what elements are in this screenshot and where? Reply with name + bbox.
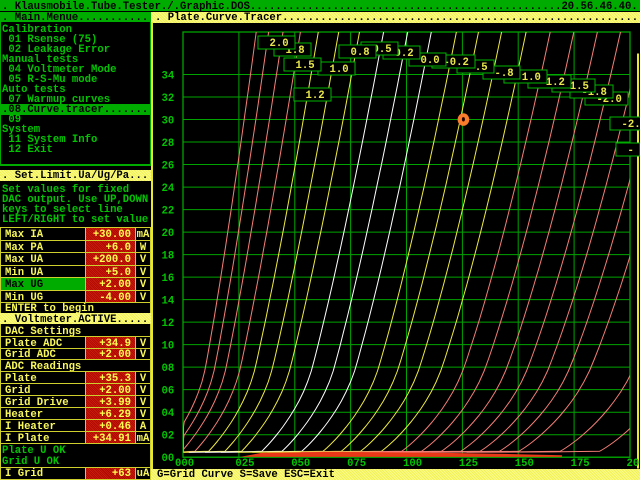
svg-text:000: 000 bbox=[175, 458, 194, 470]
svg-text:26: 26 bbox=[162, 161, 175, 173]
svg-text:175: 175 bbox=[571, 458, 590, 470]
svg-text:14: 14 bbox=[162, 296, 175, 308]
svg-text:0.8: 0.8 bbox=[351, 47, 370, 59]
svg-text:18: 18 bbox=[162, 251, 175, 263]
svg-text:34: 34 bbox=[162, 71, 175, 83]
svg-text:075: 075 bbox=[347, 458, 366, 470]
svg-text:22: 22 bbox=[162, 206, 175, 218]
svg-text:32: 32 bbox=[162, 93, 175, 105]
svg-text:2.0: 2.0 bbox=[270, 38, 289, 50]
svg-text:30: 30 bbox=[162, 116, 175, 128]
svg-text:-.8: -.8 bbox=[495, 68, 514, 80]
svg-text:12: 12 bbox=[162, 318, 175, 330]
svg-text:150: 150 bbox=[515, 458, 534, 470]
svg-text:125: 125 bbox=[459, 458, 478, 470]
svg-text:16: 16 bbox=[162, 273, 175, 285]
svg-text:20: 20 bbox=[162, 228, 175, 240]
svg-text:025: 025 bbox=[235, 458, 254, 470]
svg-text:02: 02 bbox=[162, 431, 175, 443]
svg-text:200: 200 bbox=[627, 458, 640, 470]
svg-text:-0.2: -0.2 bbox=[443, 57, 468, 69]
svg-text:050: 050 bbox=[291, 458, 310, 470]
svg-text:24: 24 bbox=[162, 183, 175, 195]
svg-text:-: - bbox=[628, 145, 634, 157]
svg-text:00: 00 bbox=[162, 453, 175, 465]
svg-text:1.5: 1.5 bbox=[296, 60, 315, 72]
svg-text:0.0: 0.0 bbox=[421, 55, 440, 67]
svg-text:1.0: 1.0 bbox=[330, 64, 349, 76]
svg-text:100: 100 bbox=[403, 458, 422, 470]
svg-text:08: 08 bbox=[162, 363, 175, 375]
svg-text:10: 10 bbox=[162, 341, 175, 353]
svg-text:-2.: -2. bbox=[622, 119, 640, 131]
svg-text:04: 04 bbox=[162, 408, 175, 420]
svg-text:06: 06 bbox=[162, 386, 175, 398]
svg-text:1.2: 1.2 bbox=[306, 90, 325, 102]
svg-text:28: 28 bbox=[162, 138, 175, 150]
